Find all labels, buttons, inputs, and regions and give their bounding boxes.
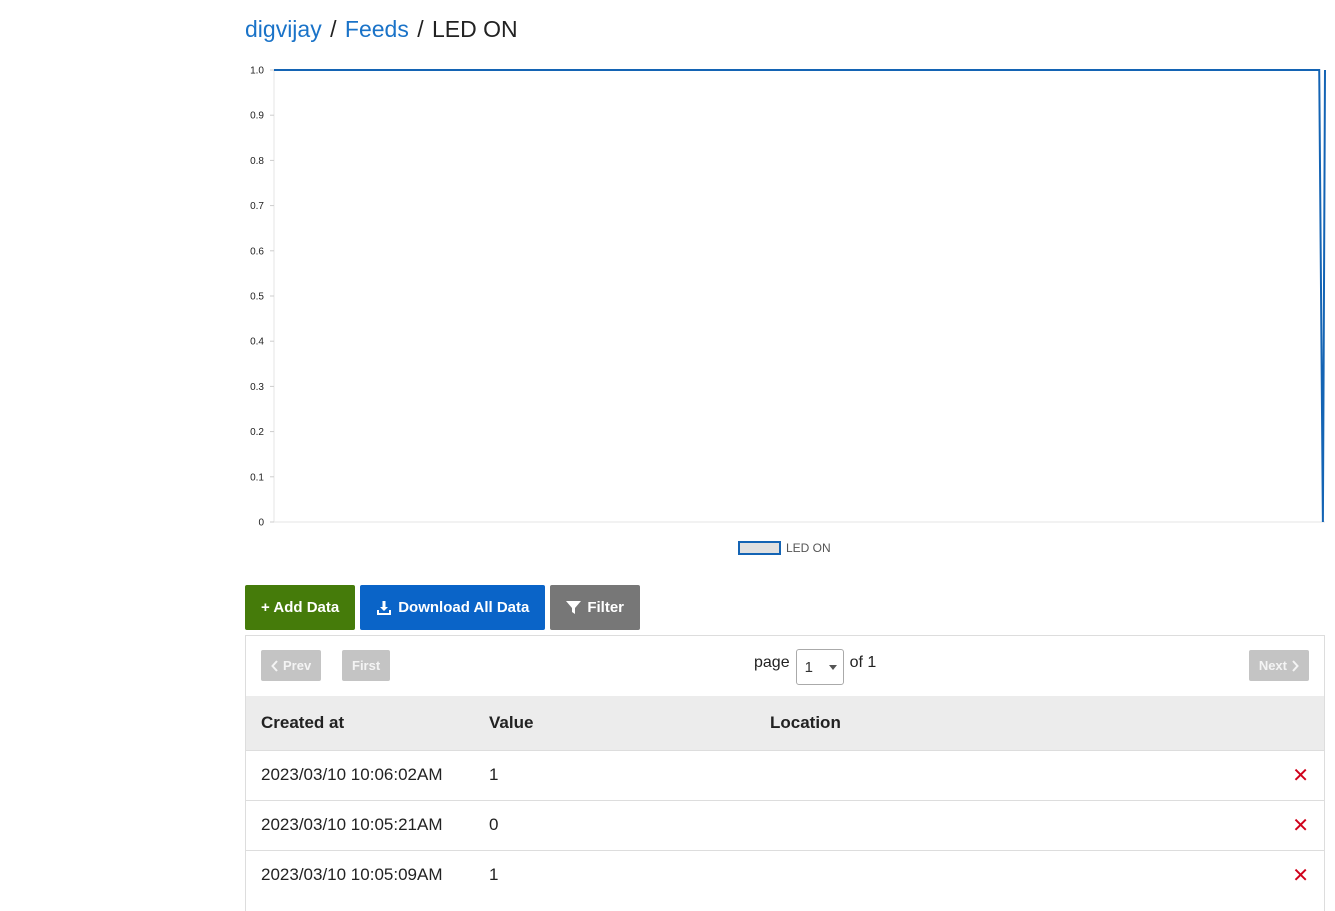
data-table: Created at Value Location 2023/03/10 10:… [246, 696, 1324, 900]
breadcrumb-feeds-link[interactable]: Feeds [345, 16, 409, 42]
y-tick-label: 0.6 [250, 246, 264, 257]
add-data-button[interactable]: + Add Data [245, 585, 356, 630]
y-tick-label: 0.2 [250, 427, 264, 438]
chevron-left-icon [271, 659, 278, 672]
y-tick-label: 0.5 [250, 292, 264, 303]
download-all-data-label: Download All Data [398, 599, 530, 616]
chart-legend: LED ON [738, 541, 831, 555]
next-button[interactable]: Next [1248, 650, 1309, 681]
cell-created-at: 2023/03/10 10:05:21AM [246, 799, 474, 850]
legend-label: LED ON [786, 541, 831, 555]
breadcrumb-separator: / [330, 16, 337, 42]
header-created-at: Created at [246, 696, 474, 750]
header-location: Location [755, 696, 1274, 750]
cell-value: 0 [474, 799, 755, 850]
page-control: page 1 of 1 [754, 649, 876, 685]
y-tick-label: 0 [258, 518, 264, 529]
cell-location [755, 749, 1274, 800]
legend-swatch [738, 541, 781, 555]
table-row: 2023/03/10 10:05:09AM 1 ✕ [246, 849, 1324, 900]
cell-location [755, 849, 1274, 900]
download-all-data-button[interactable]: Download All Data [360, 585, 546, 630]
cell-location [755, 799, 1274, 850]
series-line [274, 69, 1326, 523]
series-group [274, 69, 1326, 523]
table-header-row: Created at Value Location [246, 696, 1324, 750]
y-tick-label: 0.1 [250, 472, 264, 483]
add-data-label: + Add Data [261, 599, 340, 616]
header-actions [1274, 696, 1324, 750]
cell-value: 1 [474, 849, 755, 900]
table-row: 2023/03/10 10:06:02AM 1 ✕ [246, 749, 1324, 800]
y-tick-label: 0.9 [250, 111, 264, 122]
y-tick-label: 0.7 [250, 201, 264, 212]
y-tick-label: 0.4 [250, 337, 264, 348]
breadcrumb-separator: / [417, 16, 424, 42]
prev-button[interactable]: Prev [261, 650, 322, 681]
delete-icon[interactable]: ✕ [1274, 849, 1324, 900]
filter-icon [566, 601, 582, 614]
first-button[interactable]: First [342, 650, 391, 681]
y-tick-label: 1.0 [250, 66, 264, 77]
breadcrumb: digvijay / Feeds / LED ON [245, 14, 518, 44]
table-row: 2023/03/10 10:05:21AM 0 ✕ [246, 799, 1324, 850]
breadcrumb-current: LED ON [432, 16, 518, 42]
page-label: page [754, 654, 790, 671]
cell-created-at: 2023/03/10 10:06:02AM [246, 749, 474, 800]
action-bar: + Add Data Download All Data Filter [245, 585, 641, 630]
cell-value: 1 [474, 749, 755, 800]
feed-chart: 0 0.1 0.2 0.3 0.4 0.5 0.6 0.7 0.8 0.9 1.0 LED ON [250, 66, 1326, 555]
next-label: Next [1258, 658, 1287, 673]
delete-icon[interactable]: ✕ [1274, 799, 1324, 850]
pagination: Prev First page 1 of 1 Next [246, 636, 1324, 696]
header-value: Value [474, 696, 755, 750]
download-icon [377, 600, 392, 615]
filter-label: Filter [587, 599, 625, 616]
page-select-value: 1 [804, 659, 813, 676]
page-total: of 1 [849, 654, 877, 671]
first-label: First [352, 658, 381, 673]
page-select[interactable]: 1 [795, 649, 844, 685]
chevron-right-icon [1292, 659, 1299, 672]
y-tick-label: 0.3 [250, 382, 264, 393]
breadcrumb-user-link[interactable]: digvijay [245, 16, 322, 42]
prev-label: Prev [283, 658, 312, 673]
caret-down-icon [828, 665, 837, 670]
cell-created-at: 2023/03/10 10:05:09AM [246, 849, 474, 900]
y-axis: 0 0.1 0.2 0.3 0.4 0.5 0.6 0.7 0.8 0.9 1.0 [250, 66, 1325, 529]
delete-icon[interactable]: ✕ [1274, 749, 1324, 800]
filter-button[interactable]: Filter [550, 585, 641, 630]
data-panel: Prev First page 1 of 1 Next Created at V… [245, 635, 1325, 911]
y-tick-label: 0.8 [250, 156, 264, 167]
